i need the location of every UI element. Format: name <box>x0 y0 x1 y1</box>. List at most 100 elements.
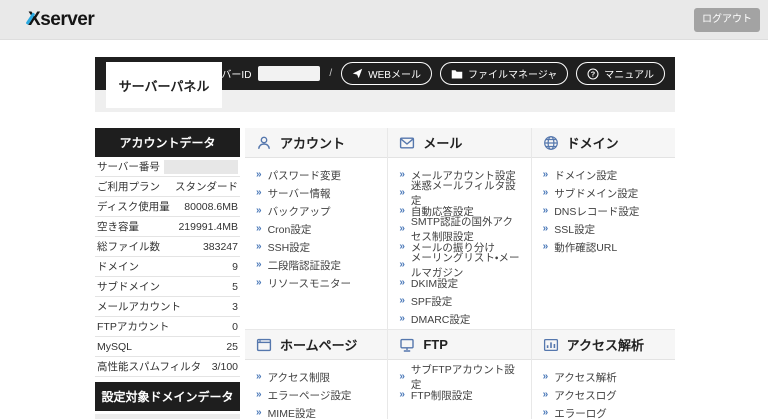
redacted-value <box>164 160 238 174</box>
menu-link[interactable]: »二段階認証設定 <box>256 256 376 274</box>
chart-icon <box>543 337 559 353</box>
menu-link[interactable]: »アクセス解析 <box>543 368 664 386</box>
page-title: サーバーパネル <box>106 62 222 108</box>
panel-button-send[interactable]: WEBメール <box>341 62 432 85</box>
account-data-value: スタンダード <box>175 179 238 194</box>
panel-button-folder[interactable]: ファイルマネージャ <box>440 62 568 85</box>
menu-link[interactable]: » バックアップ <box>256 202 376 220</box>
menu-link-label: DMARC設定 <box>411 312 471 327</box>
menu-link-label: アクセスログ <box>554 388 616 403</box>
account-data-header: アカウントデータ <box>95 128 240 157</box>
account-data-label: MySQL <box>97 341 132 353</box>
chevron-right-icon: » <box>543 242 549 252</box>
user-icon <box>256 135 272 151</box>
account-data-value: 80008.6MB <box>184 201 238 213</box>
account-data-label: サブドメイン <box>97 279 160 294</box>
menu-link-label: SSH設定 <box>268 240 311 255</box>
chevron-right-icon: » <box>399 278 405 288</box>
chevron-right-icon: » <box>399 188 405 198</box>
section-monitor: FTP»サブFTPアカウント設定»FTP制限設定 <box>388 330 531 419</box>
account-data-row: 空き容量219991.4MB <box>95 217 240 237</box>
account-data-row: ご利用プランスタンダード <box>95 177 240 197</box>
menu-link[interactable]: »迷惑メールフィルタ設定 <box>399 184 519 202</box>
menu-link[interactable]: » パスワード変更 <box>256 166 376 184</box>
account-data-row: MySQL 25 <box>95 337 240 357</box>
target-domain-header: 設定対象ドメインデータ <box>95 382 240 411</box>
account-data-label: ドメイン <box>97 259 139 274</box>
menu-link-label: サブドメイン設定 <box>554 186 638 201</box>
menu-link[interactable]: »サブFTPアカウント設定 <box>399 368 519 386</box>
menu-link[interactable]: »MIME設定 <box>256 404 376 419</box>
chevron-right-icon: » <box>256 170 262 180</box>
main-sections-grid: アカウント»パスワード変更»サーバー情報»バックアップ»Cron設定»SSH設定… <box>245 128 675 419</box>
account-data-row: 総ファイル数 383247 <box>95 237 240 257</box>
chevron-right-icon: » <box>543 408 549 418</box>
chevron-right-icon: » <box>256 206 262 216</box>
globe-icon <box>543 135 559 151</box>
menu-link[interactable]: »リソースモニター <box>256 274 376 292</box>
account-data-label: 総ファイル数 <box>97 239 160 254</box>
menu-link[interactable]: »SSH設定 <box>256 238 376 256</box>
account-data-row: 高性能スパムフィルタ3/100 <box>95 357 240 377</box>
account-data-row: ディスク使用量80008.6MB <box>95 197 240 217</box>
chevron-right-icon: » <box>256 224 262 234</box>
menu-link[interactable]: »サブドメイン設定 <box>543 184 664 202</box>
chevron-right-icon: » <box>399 372 405 382</box>
section-links: »ドメイン設定»サブドメイン設定»DNSレコード設定»SSL設定»動作確認URL <box>532 158 675 260</box>
panel-buttons: WEBメール ファイルマネージャ? マニュアル <box>341 62 665 85</box>
account-data-label: ご利用プラン <box>97 179 160 194</box>
section-links: »メールアカウント設定»迷惑メールフィルタ設定»自動応答設定»SMTP認証の国外… <box>388 158 530 332</box>
account-data-value: 0 <box>232 321 238 333</box>
menu-link-label: 二段階認証設定 <box>268 258 342 273</box>
menu-link-label: DNSレコード設定 <box>554 204 639 219</box>
question-icon: ? <box>587 68 599 80</box>
menu-link[interactable]: »アクセス制限 <box>256 368 376 386</box>
menu-link[interactable]: »SMTP認証の国外アクセス制限設定 <box>399 220 519 238</box>
panel-button-question[interactable]: ? マニュアル <box>576 62 665 85</box>
panel-button-label: マニュアル <box>604 66 654 81</box>
logout-button[interactable]: ログアウト <box>694 8 760 32</box>
menu-link-label: パスワード変更 <box>268 168 342 183</box>
account-data-value: 25 <box>226 341 238 353</box>
chevron-right-icon: » <box>543 206 549 216</box>
chevron-right-icon: » <box>399 314 405 324</box>
chevron-right-icon: » <box>256 372 262 382</box>
menu-link-label: バックアップ <box>268 204 331 219</box>
menu-link[interactable]: »ドメイン設定 <box>543 166 664 184</box>
menu-link[interactable]: »サーバー情報 <box>256 184 376 202</box>
section-header: ドメイン <box>532 128 675 158</box>
menu-link-label: MIME設定 <box>268 406 316 419</box>
target-domain-value: ドメイン: ---- <box>95 414 240 419</box>
menu-link-label: ドメイン設定 <box>554 168 617 183</box>
menu-link[interactable]: »Cron設定 <box>256 220 376 238</box>
section-links: »アクセス解析»アクセスログ»エラーログ <box>532 360 675 419</box>
chevron-right-icon: » <box>399 296 405 306</box>
menu-link[interactable]: »メーリングリスト・メールマガジン <box>399 256 519 274</box>
panel-button-label: ファイルマネージャ <box>468 66 557 81</box>
menu-link[interactable]: »SPF設定 <box>399 292 519 310</box>
chevron-right-icon: » <box>399 206 405 216</box>
menu-link-label: エラーページ設定 <box>268 388 352 403</box>
chevron-right-icon: » <box>399 170 405 180</box>
menu-link[interactable]: »エラーページ設定 <box>256 386 376 404</box>
menu-link[interactable]: » DNSレコード設定 <box>543 202 664 220</box>
account-data-label: FTPアカウント <box>97 319 169 334</box>
chevron-right-icon: » <box>399 260 405 270</box>
menu-link[interactable]: »SSL設定 <box>543 220 664 238</box>
account-data-value: 383247 <box>203 241 238 253</box>
menu-link-label: SSL設定 <box>554 222 595 237</box>
account-data-row: サブドメイン5 <box>95 277 240 297</box>
logo-x-glyph: X <box>28 9 40 31</box>
chevron-right-icon: » <box>256 188 262 198</box>
menu-link[interactable]: » アクセスログ <box>543 386 664 404</box>
section-browser: ホームページ»アクセス制限»エラーページ設定»MIME設定 <box>245 330 388 419</box>
sidebar: アカウントデータ サーバー番号ご利用プランスタンダードディスク使用量80008.… <box>95 128 240 419</box>
menu-link-label: アクセス解析 <box>554 370 616 385</box>
menu-link[interactable]: »動作確認URL <box>543 238 664 256</box>
menu-link[interactable]: »エラーログ <box>543 404 664 419</box>
section-title: ホームページ <box>280 335 357 354</box>
menu-link[interactable]: » DMARC設定 <box>399 310 519 328</box>
chevron-right-icon: » <box>543 390 549 400</box>
section-header: メール <box>388 128 530 158</box>
send-icon <box>352 68 363 79</box>
